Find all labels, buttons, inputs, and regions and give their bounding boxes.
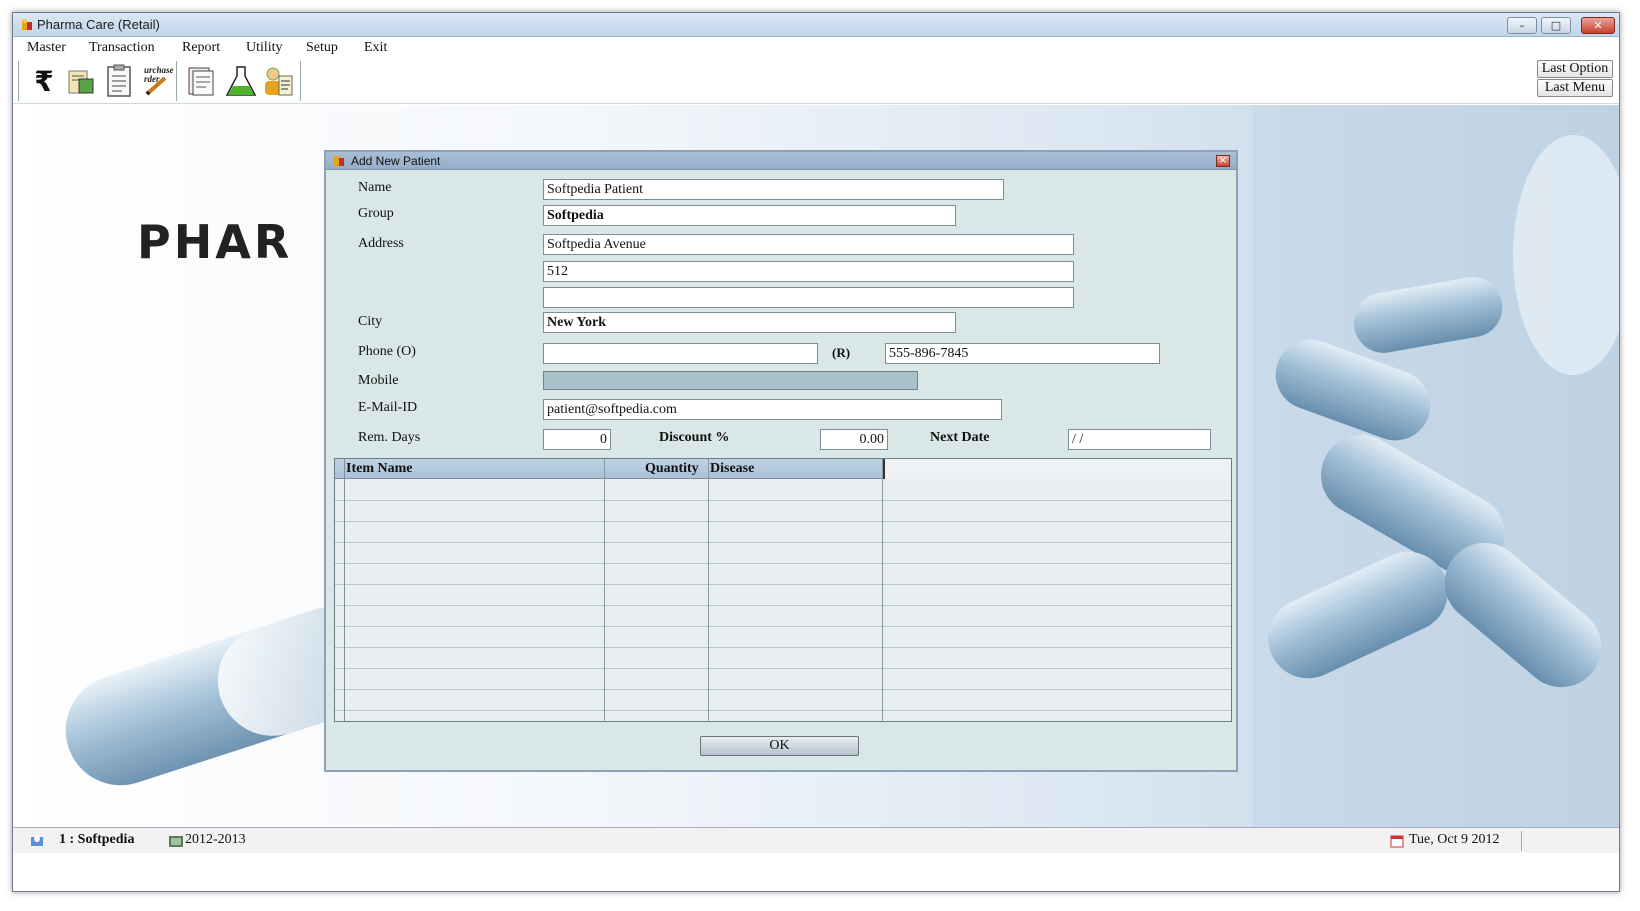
toolbar-separator — [176, 61, 178, 101]
table-row[interactable] — [335, 585, 1231, 606]
logo-text: PHAR — [137, 215, 293, 269]
table-row[interactable] — [335, 627, 1231, 648]
table-row[interactable] — [335, 711, 1231, 721]
dialog-title-bar[interactable]: Add New Patient × — [326, 152, 1236, 170]
rem-days-label: Rem. Days — [358, 430, 421, 445]
ok-button[interactable]: OK — [700, 736, 859, 756]
menu-utility[interactable]: Utility — [246, 40, 283, 56]
menu-report[interactable]: Report — [182, 40, 220, 56]
name-label: Name — [358, 180, 392, 195]
dialog-app-icon — [334, 156, 344, 166]
grid-header: Item Name Quantity Disease — [335, 459, 1231, 479]
toolbar-separator — [300, 61, 302, 101]
title-bar[interactable]: Pharma Care (Retail) – □ ✕ — [13, 13, 1619, 37]
date-icon — [1390, 835, 1404, 848]
table-row[interactable] — [335, 669, 1231, 690]
add-patient-dialog: Add New Patient × Name Softpedia Patient… — [324, 150, 1238, 772]
grid-divider — [708, 459, 709, 721]
grid-header-empty — [883, 459, 1231, 479]
group-label: Group — [358, 206, 394, 221]
rem-days-field[interactable]: 0 — [543, 429, 611, 450]
column-item-name[interactable]: Item Name — [346, 461, 412, 477]
address-line1-field[interactable]: Softpedia Avenue — [543, 234, 1074, 255]
phone-residence-field[interactable]: 555-896-7845 — [885, 343, 1160, 364]
table-row[interactable] — [335, 480, 1231, 501]
window-title: Pharma Care (Retail) — [37, 17, 160, 32]
table-row[interactable] — [335, 522, 1231, 543]
grid-divider — [882, 459, 883, 721]
grid-indicator-divider — [344, 459, 345, 721]
menu-bar: Master Transaction Report Utility Setup … — [13, 38, 1619, 58]
menu-exit[interactable]: Exit — [364, 40, 387, 56]
menu-transaction[interactable]: Transaction — [89, 40, 155, 56]
rupee-symbol: ₹ — [34, 64, 54, 98]
report-icon[interactable] — [185, 63, 219, 99]
status-user: 1 : Softpedia — [59, 832, 135, 847]
last-menu-button[interactable]: Last Menu — [1537, 79, 1613, 97]
grid-divider — [604, 459, 605, 721]
city-field[interactable]: New York — [543, 312, 956, 333]
app-icon — [22, 19, 32, 30]
email-field[interactable]: patient@softpedia.com — [543, 399, 1002, 420]
next-date-label: Next Date — [930, 430, 990, 445]
sales-icon[interactable] — [64, 63, 98, 99]
table-row[interactable] — [335, 501, 1231, 522]
mobile-label: Mobile — [358, 373, 399, 388]
close-button[interactable]: ✕ — [1581, 17, 1615, 34]
menu-setup[interactable]: Setup — [306, 40, 338, 56]
menu-master[interactable]: Master — [27, 40, 66, 56]
status-separator — [1521, 831, 1522, 851]
status-year: 2012-2013 — [185, 832, 246, 847]
discount-field[interactable]: 0.00 — [820, 429, 888, 450]
status-bar: 1 : Softpedia 2012-2013 Tue, Oct 9 2012 — [13, 827, 1619, 853]
toolbar: ₹ urchase rder Last Option Last Menu — [13, 58, 1619, 104]
last-option-button[interactable]: Last Option — [1537, 60, 1613, 78]
column-quantity[interactable]: Quantity — [645, 461, 699, 477]
group-field[interactable]: Softpedia — [543, 205, 956, 226]
minimize-button[interactable]: – — [1507, 17, 1537, 34]
clipboard-icon[interactable] — [102, 63, 136, 99]
table-row[interactable] — [335, 606, 1231, 627]
discount-label: Discount % — [659, 430, 730, 445]
user-icon — [31, 836, 43, 846]
purchase-order-icon[interactable]: urchase rder — [138, 63, 174, 99]
phone-office-label: Phone (O) — [358, 344, 416, 359]
rupee-icon[interactable]: ₹ — [27, 63, 61, 99]
address-label: Address — [358, 236, 404, 251]
table-row[interactable] — [335, 543, 1231, 564]
mobile-field[interactable] — [543, 371, 918, 390]
table-row[interactable] — [335, 648, 1231, 669]
address-line2-field[interactable]: 512 — [543, 261, 1074, 282]
column-disease[interactable]: Disease — [710, 461, 754, 477]
calendar-book-icon — [169, 836, 183, 847]
status-date: Tue, Oct 9 2012 — [1409, 832, 1500, 847]
phone-residence-label: (R) — [832, 345, 851, 360]
items-grid[interactable]: Item Name Quantity Disease — [334, 458, 1232, 722]
table-row[interactable] — [335, 690, 1231, 711]
email-label: E-Mail-ID — [358, 400, 418, 415]
dialog-title: Add New Patient — [351, 154, 441, 168]
dialog-close-button[interactable]: × — [1216, 155, 1230, 167]
table-row[interactable] — [335, 564, 1231, 585]
patient-icon[interactable] — [261, 63, 295, 99]
lab-flask-icon[interactable] — [224, 63, 258, 99]
maximize-button[interactable]: □ — [1541, 17, 1571, 34]
city-label: City — [358, 314, 383, 329]
address-line3-field[interactable] — [543, 287, 1074, 308]
toolbar-separator — [18, 61, 20, 101]
next-date-field[interactable]: / / — [1068, 429, 1211, 450]
name-field[interactable]: Softpedia Patient — [543, 179, 1004, 200]
phone-office-field[interactable] — [543, 343, 818, 364]
